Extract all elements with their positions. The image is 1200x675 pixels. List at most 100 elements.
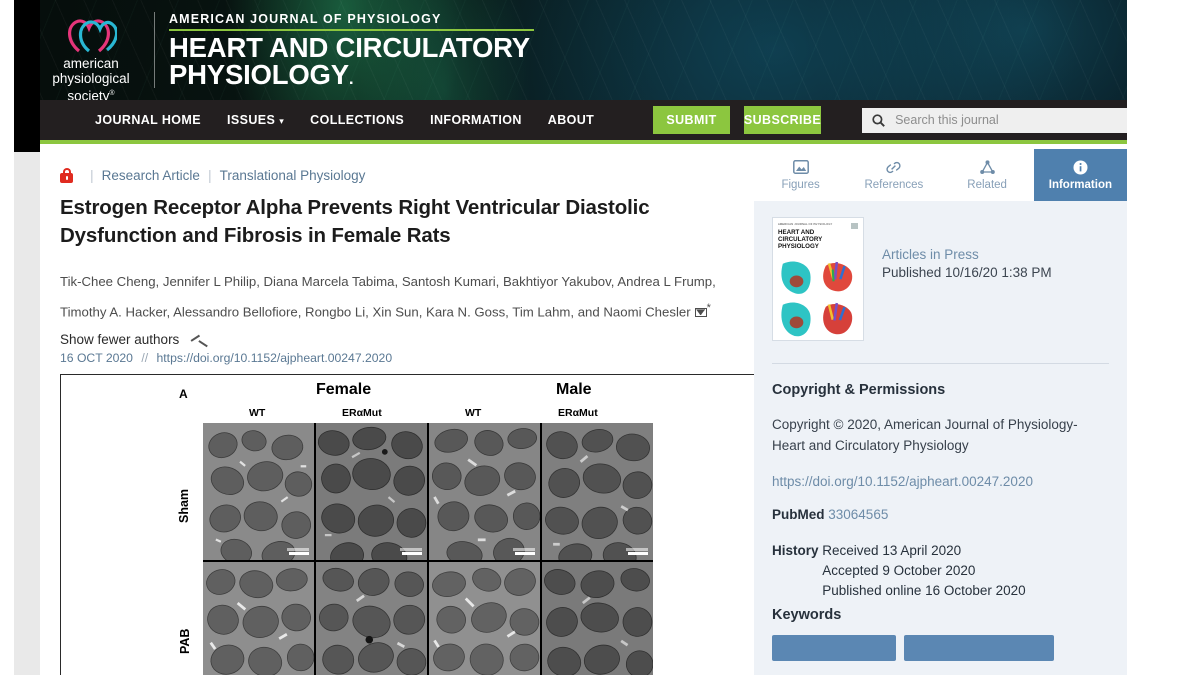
publication-separator: // (141, 351, 149, 366)
pubmed-row: PubMed 33064565 (772, 505, 1109, 525)
tab-references[interactable]: References (847, 149, 940, 201)
breadcrumb-section[interactable]: Translational Physiology (220, 168, 366, 183)
keywords-heading: Keywords (772, 607, 842, 623)
corresponding-marker: * (706, 302, 711, 314)
micrograph-texture (316, 561, 427, 675)
figure-row-label-pab: PAB (178, 628, 192, 655)
nav-item-issues[interactable]: ISSUES ▾ (214, 113, 297, 127)
publication-date: 16 OCT 2020 (60, 351, 133, 366)
nav-items: JOURNAL HOME ISSUES ▾ COLLECTIONS INFORMA… (82, 113, 607, 127)
micrograph-texture (203, 423, 314, 560)
tab-figures-label: Figures (781, 178, 820, 191)
tab-figures[interactable]: Figures (754, 149, 847, 201)
viewport-left-black-band (14, 0, 40, 152)
article-figure[interactable]: A Female Male WT ERαMut WT ERαMut Sham P… (60, 374, 772, 675)
cover-title: HEART AND CIRCULATORY PHYSIOLOGY (778, 229, 823, 250)
micrograph-texture (203, 561, 314, 675)
keyword-chip[interactable] (772, 635, 896, 661)
issue-cover-thumbnail[interactable]: AMERICAN JOURNAL OF PHYSIOLOGY HEART AND… (772, 217, 864, 341)
chevron-up-icon (192, 336, 207, 344)
micrograph-pab-female-wt (203, 561, 314, 675)
aps-logo-text: american physiological society® (52, 56, 129, 100)
subscribe-button[interactable]: SUBSCRIBE (743, 106, 822, 134)
micrograph-texture (316, 423, 427, 560)
author-line-2: Timothy A. Hacker, Alessandro Bellofiore… (60, 295, 754, 325)
tab-related-label: Related (967, 178, 1007, 191)
figure-sublabel-male-mut: ERαMut (558, 407, 598, 420)
article-doi-link[interactable]: https://doi.org/10.1152/ajpheart.00247.2… (157, 351, 393, 365)
figure-group-label-female: Female (316, 381, 372, 399)
issue-row: AMERICAN JOURNAL OF PHYSIOLOGY HEART AND… (772, 217, 1109, 341)
viewport-left-gutter (14, 152, 40, 675)
lock-icon (60, 167, 73, 183)
article-column: | Research Article | Translational Physi… (14, 149, 772, 675)
figure-panel-letter: A (179, 387, 188, 402)
page-content: | Research Article | Translational Physi… (14, 149, 1127, 675)
history-label: History (772, 543, 819, 558)
nav-item-collections[interactable]: COLLECTIONS (297, 113, 417, 127)
journal-kicker: AMERICAN JOURNAL OF PHYSIOLOGY (169, 12, 442, 26)
scale-bar (287, 547, 309, 555)
pubmed-id[interactable]: 33064565 (828, 507, 888, 522)
tab-references-label: References (864, 178, 924, 191)
micrograph-sham-male-mut (542, 423, 653, 560)
viewport-left-margin (0, 0, 14, 675)
envelope-icon[interactable] (694, 308, 707, 318)
micrograph-texture (542, 423, 653, 560)
author-list: Tik-Chee Cheng, Jennifer L Philip, Diana… (60, 268, 754, 325)
sidebar-information-panel: AMERICAN JOURNAL OF PHYSIOLOGY HEART AND… (754, 201, 1127, 675)
sidebar-doi-link[interactable]: https://doi.org/10.1152/ajpheart.00247.2… (772, 474, 1109, 489)
keyword-chips (772, 635, 1109, 661)
aps-line-1: american (63, 56, 119, 71)
breadcrumb-separator: | (90, 167, 94, 183)
scale-bar (626, 547, 648, 555)
figure-row-label-sham: Sham (177, 489, 191, 524)
show-fewer-authors-toggle[interactable]: Show fewer authors (60, 332, 754, 347)
nav-item-information[interactable]: INFORMATION (417, 113, 535, 127)
copyright-text: Copyright © 2020, American Journal of Ph… (772, 417, 1078, 453)
breadcrumb: | Research Article | Translational Physi… (60, 165, 754, 185)
related-network-icon (979, 159, 996, 175)
journal-title-rule (169, 29, 534, 31)
history-entry-accepted: Accepted 9 October 2020 (822, 563, 976, 578)
viewport-right-margin (1127, 0, 1200, 675)
micrograph-texture (429, 561, 540, 675)
submit-button[interactable]: SUBMIT (653, 106, 730, 134)
micrograph-pab-female-mut (316, 561, 427, 675)
scale-bar (400, 547, 422, 555)
history-row: History Received 13 April 2020 Accepted … (772, 541, 1109, 601)
nav-item-about[interactable]: ABOUT (535, 113, 607, 127)
breadcrumb-article-type[interactable]: Research Article (102, 168, 200, 183)
micrograph-pab-male-mut (542, 561, 653, 675)
tab-information-label: Information (1048, 178, 1112, 191)
masthead-divider (154, 12, 155, 88)
cover-corner-mark (851, 223, 858, 229)
tab-information[interactable]: Information (1033, 149, 1127, 201)
issue-published: Published 10/16/20 1:38 PM (882, 265, 1052, 280)
journal-title-line-1: HEART AND CIRCULATORY (169, 32, 530, 63)
breadcrumb-separator-2: | (207, 167, 212, 183)
search-input[interactable]: Search this journal (862, 107, 1127, 133)
aps-hearts-icon (65, 17, 119, 53)
browser-viewport: american physiological society® AMERICAN… (0, 0, 1200, 675)
figure-sublabel-female-wt: WT (249, 407, 266, 420)
micrograph-pab-male-wt (429, 561, 540, 675)
chevron-down-icon: ▾ (279, 116, 285, 126)
aps-logo[interactable]: american physiological society® (32, 17, 150, 100)
sidebar-divider (772, 363, 1109, 364)
history-entry-published: Published online 16 October 2020 (822, 583, 1026, 598)
nav-item-journal-home[interactable]: JOURNAL HOME (82, 113, 214, 127)
micrograph-sham-male-wt (429, 423, 540, 560)
aps-line-2: physiological (52, 71, 130, 86)
micrograph-texture (542, 561, 653, 675)
tab-related[interactable]: Related (941, 149, 1034, 201)
info-icon (1072, 160, 1089, 175)
issue-link[interactable]: Articles in Press (882, 247, 1052, 262)
figures-icon (792, 160, 809, 175)
page-title: Estrogen Receptor Alpha Prevents Right V… (60, 196, 650, 247)
cover-kicker: AMERICAN JOURNAL OF PHYSIOLOGY (778, 223, 833, 226)
keyword-chip[interactable] (904, 635, 1054, 661)
journal-title-block[interactable]: AMERICAN JOURNAL OF PHYSIOLOGY HEART AND… (169, 12, 534, 92)
history-entries: Received 13 April 2020 Accepted 9 Octobe… (822, 541, 1025, 601)
main-navigation: JOURNAL HOME ISSUES ▾ COLLECTIONS INFORMA… (14, 100, 1127, 140)
